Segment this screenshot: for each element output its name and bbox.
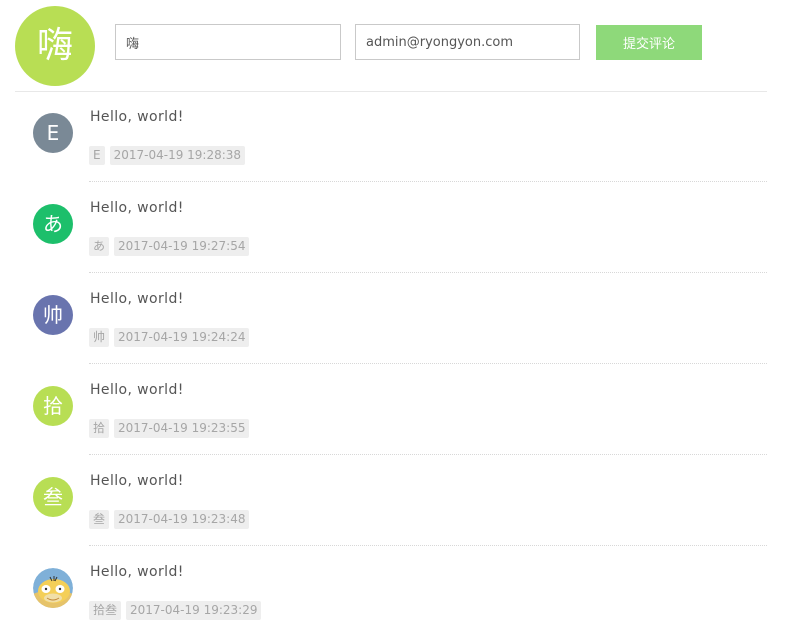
comment-avatar: E xyxy=(33,113,73,153)
comment-meta: 帅 2017-04-19 19:24:24 xyxy=(89,328,254,347)
comment-item: 帅 Hello, world! 帅 2017-04-19 19:24:24 xyxy=(0,273,808,364)
comment-meta: 拾 2017-04-19 19:23:55 xyxy=(89,419,254,438)
comment-meta: 拾叁 2017-04-19 19:23:29 xyxy=(89,601,266,620)
submit-comment-button[interactable]: 提交评论 xyxy=(596,25,702,60)
author-badge: 帅 xyxy=(89,328,110,347)
comment-text: Hello, world! xyxy=(90,564,184,580)
comment-meta: 叁 2017-04-19 19:23:48 xyxy=(89,510,254,529)
timestamp-badge: 2017-04-19 19:23:48 xyxy=(114,510,250,529)
comment-text: Hello, world! xyxy=(90,382,184,398)
comment-list: E Hello, world! E 2017-04-19 19:28:38 あ H… xyxy=(0,91,808,636)
comment-page: 嗨 提交评论 E Hello, world! E2017-04-19 19:28… xyxy=(0,0,808,636)
comment-text: Hello, world! xyxy=(90,291,184,307)
comment-avatar: 拾 xyxy=(33,386,73,426)
comment-item: 叁 Hello, world! 叁 2017-04-19 19:23:48 xyxy=(0,455,808,546)
comment-item: Hello, world! 拾叁 2017-04-19 19:23:29 xyxy=(0,546,808,636)
comment-item: あ Hello, world! あ 2017-04-19 19:27:54 xyxy=(0,182,808,273)
timestamp-badge: 2017-04-19 19:24:24 xyxy=(114,328,250,347)
timestamp-badge: 2017-04-19 19:28:38 xyxy=(109,146,246,165)
current-user-avatar: 嗨 xyxy=(15,6,95,86)
comment-text: Hello, world! xyxy=(90,200,184,216)
timestamp-badge: 2017-04-19 19:27:54 xyxy=(114,237,250,256)
comment-text: Hello, world! xyxy=(90,109,184,125)
author-badge: あ xyxy=(89,237,110,256)
psyduck-illustration xyxy=(33,568,73,608)
comment-form: 嗨 提交评论 xyxy=(15,5,767,92)
comment-meta: あ 2017-04-19 19:27:54 xyxy=(89,237,254,256)
email-input[interactable] xyxy=(355,24,580,60)
comment-meta: E 2017-04-19 19:28:38 xyxy=(89,146,250,165)
comment-avatar: あ xyxy=(33,204,73,244)
comment-text: Hello, world! xyxy=(90,473,184,489)
name-input[interactable] xyxy=(115,24,341,60)
comment-avatar: 帅 xyxy=(33,295,73,335)
comment-item: 拾 Hello, world! 拾 2017-04-19 19:23:55 xyxy=(0,364,808,455)
psyduck-avatar-image xyxy=(33,568,73,608)
author-badge: 拾叁 xyxy=(89,601,122,620)
timestamp-badge: 2017-04-19 19:23:55 xyxy=(114,419,250,438)
author-badge: E xyxy=(89,146,105,165)
author-badge: 叁 xyxy=(89,510,110,529)
author-badge: 拾 xyxy=(89,419,110,438)
comment-item: E Hello, world! E 2017-04-19 19:28:38 xyxy=(0,91,808,182)
timestamp-badge: 2017-04-19 19:23:29 xyxy=(126,601,262,620)
comment-avatar: 叁 xyxy=(33,477,73,517)
